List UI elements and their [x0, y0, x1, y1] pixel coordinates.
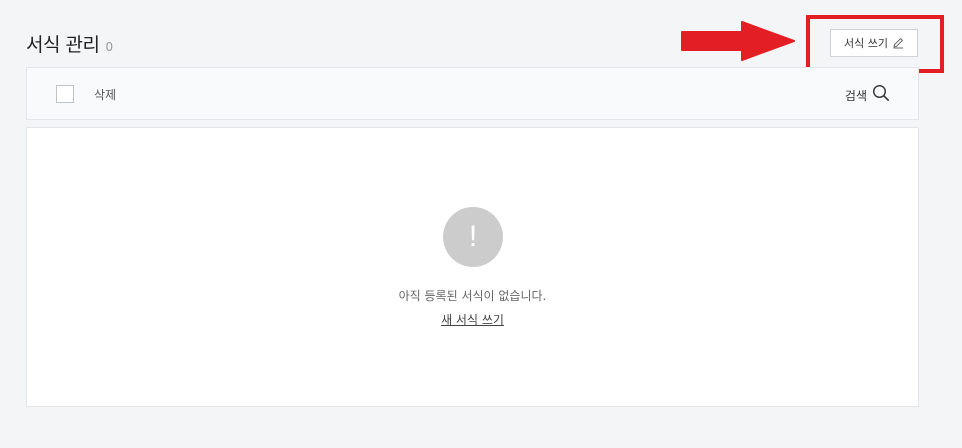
- page-header: 서식 관리 0: [26, 30, 113, 57]
- exclamation-symbol: !: [468, 220, 478, 253]
- list-toolbar: 삭제 검색: [26, 67, 919, 120]
- new-template-link-row: 새 서식 쓰기: [27, 311, 918, 328]
- select-all-checkbox[interactable]: [56, 85, 74, 103]
- template-list-area: ! 아직 등록된 서식이 없습니다. 새 서식 쓰기: [26, 127, 919, 407]
- item-count: 0: [105, 40, 114, 54]
- write-template-button[interactable]: 서식 쓰기: [830, 29, 918, 57]
- search-icon: [872, 84, 890, 106]
- search-button[interactable]: 검색: [845, 84, 890, 106]
- write-button-label: 서식 쓰기: [844, 37, 888, 50]
- exclamation-icon: !: [443, 207, 503, 267]
- empty-state-message: 아직 등록된 서식이 없습니다.: [398, 289, 547, 303]
- pencil-icon: [892, 37, 904, 49]
- search-label: 검색: [844, 88, 867, 103]
- new-template-link[interactable]: 새 서식 쓰기: [441, 313, 504, 327]
- page-title: 서식 관리: [26, 34, 100, 56]
- delete-button[interactable]: 삭제: [94, 86, 116, 103]
- red-arrow-annotation: [681, 21, 795, 61]
